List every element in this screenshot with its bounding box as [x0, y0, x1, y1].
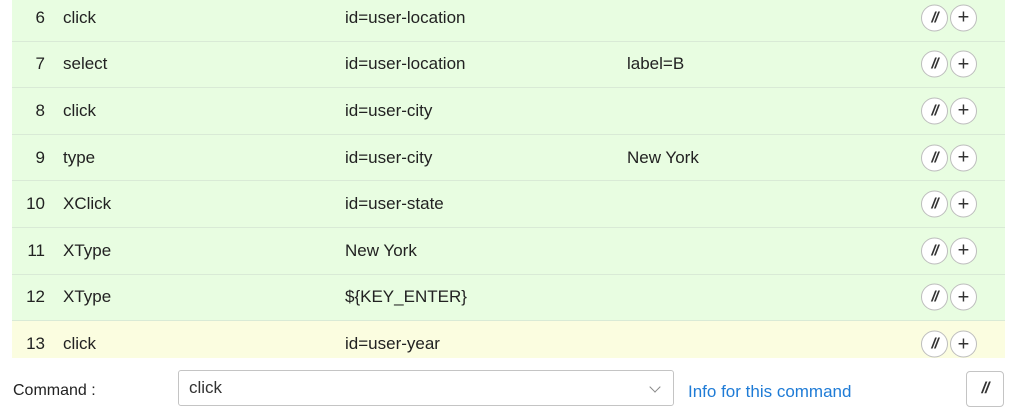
- command-table: 6 click id=user-location // + 7 select i…: [12, 0, 1005, 358]
- comment-out-button[interactable]: //: [921, 190, 948, 218]
- insert-row-button[interactable]: +: [950, 330, 977, 358]
- row-target: id=user-location: [345, 7, 466, 27]
- row-command: click: [63, 100, 97, 120]
- command-editor: Command : click Info for this command //: [0, 358, 1024, 418]
- row-index: 10: [26, 194, 45, 214]
- insert-row-button[interactable]: +: [950, 97, 977, 125]
- row-command: XClick: [63, 194, 112, 214]
- comment-out-button[interactable]: //: [921, 4, 948, 32]
- comment-out-button[interactable]: //: [921, 237, 948, 265]
- table-row[interactable]: 8 click id=user-city // +: [12, 88, 1005, 135]
- row-command: XType: [63, 287, 112, 307]
- comment-out-button[interactable]: //: [921, 97, 948, 125]
- command-info-link[interactable]: Info for this command: [688, 382, 851, 402]
- command-select[interactable]: click: [178, 370, 674, 406]
- command-select-value: click: [189, 378, 223, 397]
- row-command: XType: [63, 240, 112, 260]
- insert-row-button[interactable]: +: [950, 190, 977, 218]
- row-command: select: [63, 54, 108, 74]
- row-target: id=user-city: [345, 100, 433, 120]
- row-index: 9: [35, 147, 45, 167]
- insert-row-button[interactable]: +: [950, 144, 977, 172]
- row-command: click: [63, 334, 97, 354]
- row-target: id=user-state: [345, 194, 444, 214]
- comment-out-button[interactable]: //: [921, 50, 948, 78]
- insert-row-button[interactable]: +: [950, 4, 977, 32]
- table-row[interactable]: 12 XType ${KEY_ENTER} // +: [12, 274, 1005, 322]
- row-command: click: [63, 7, 97, 27]
- row-actions: // +: [919, 190, 977, 218]
- table-row[interactable]: 10 XClick id=user-state // +: [12, 181, 1005, 228]
- row-target: id=user-location: [345, 54, 466, 74]
- row-actions: // +: [919, 144, 977, 172]
- table-row[interactable]: 11 XType New York // +: [12, 227, 1005, 275]
- table-row[interactable]: 6 click id=user-location // +: [12, 0, 1005, 42]
- row-target: id=user-city: [345, 147, 433, 167]
- row-value: label=B: [627, 54, 685, 74]
- comment-toggle-button[interactable]: //: [966, 371, 1004, 407]
- row-index: 7: [35, 54, 45, 74]
- row-value: New York: [627, 147, 699, 167]
- insert-row-button[interactable]: +: [950, 50, 977, 78]
- row-actions: // +: [919, 4, 977, 32]
- row-actions: // +: [919, 330, 977, 358]
- row-index: 13: [26, 334, 45, 354]
- row-target: New York: [345, 240, 417, 260]
- row-command: type: [63, 147, 96, 167]
- row-index: 6: [35, 7, 45, 27]
- row-actions: // +: [919, 97, 977, 125]
- row-index: 11: [27, 240, 45, 260]
- row-actions: // +: [919, 50, 977, 78]
- row-actions: // +: [919, 237, 977, 265]
- chevron-down-icon: [649, 381, 661, 393]
- row-target: id=user-year: [345, 334, 440, 354]
- table-row[interactable]: 9 type id=user-city New York // +: [12, 134, 1005, 182]
- macro-editor: 6 click id=user-location // + 7 select i…: [0, 0, 1024, 418]
- row-actions: // +: [919, 283, 977, 311]
- comment-out-button[interactable]: //: [921, 283, 948, 311]
- comment-out-button[interactable]: //: [921, 144, 948, 172]
- row-index: 12: [26, 287, 45, 307]
- table-row-current[interactable]: 13 click id=user-year // +: [12, 321, 1005, 358]
- row-target: ${KEY_ENTER}: [345, 287, 467, 307]
- row-index: 8: [35, 100, 45, 120]
- insert-row-button[interactable]: +: [950, 283, 977, 311]
- command-label: Command :: [13, 382, 96, 399]
- insert-row-button[interactable]: +: [950, 237, 977, 265]
- comment-out-button[interactable]: //: [921, 330, 948, 358]
- table-row[interactable]: 7 select id=user-location label=B // +: [12, 41, 1005, 89]
